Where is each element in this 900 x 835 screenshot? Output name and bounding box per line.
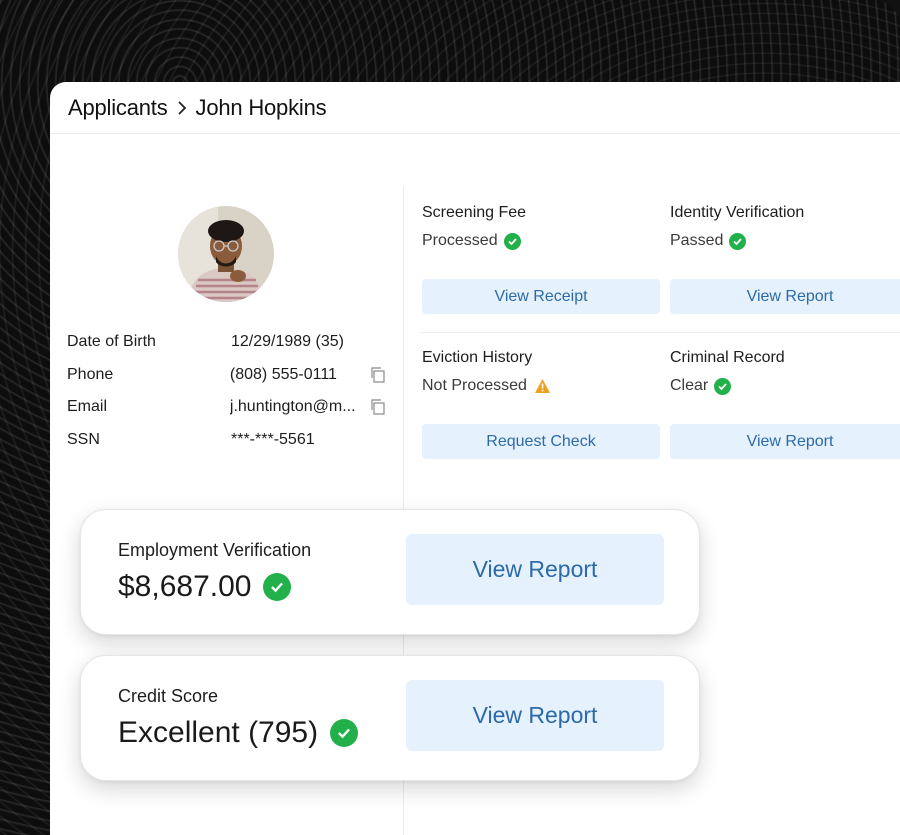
check-status: Processed xyxy=(422,232,526,250)
check-title: Identity Verification xyxy=(670,204,805,221)
warning-icon xyxy=(534,378,551,394)
check-status: Clear xyxy=(670,377,785,395)
request-check-button[interactable]: Request Check xyxy=(422,424,660,459)
avatar xyxy=(178,206,274,302)
check-circle-icon xyxy=(729,232,747,250)
eviction-history-block: Eviction History Not Processed xyxy=(422,349,551,395)
card-value: Excellent (795) xyxy=(118,716,359,750)
identity-verification-block: Identity Verification Passed xyxy=(670,204,804,250)
check-status: Passed xyxy=(670,232,804,250)
info-row-dob: Date of Birth 12/29/1989 (35) xyxy=(67,326,387,359)
card-title: Employment Verification xyxy=(118,540,312,560)
view-criminal-report-button[interactable]: View Report xyxy=(670,424,900,459)
check-circle-icon xyxy=(503,232,521,250)
view-receipt-button[interactable]: View Receipt xyxy=(422,279,660,314)
card-value: $8,687.00 xyxy=(118,570,292,604)
check-circle-icon xyxy=(263,573,292,601)
employment-verification-card: Employment Verification $8,687.00 View R… xyxy=(80,509,700,635)
employment-amount: $8,687.00 xyxy=(118,570,252,603)
status-text: Processed xyxy=(422,232,498,249)
status-text: Passed xyxy=(670,232,724,249)
check-circle-icon xyxy=(714,377,732,395)
info-value: j.huntington@m... xyxy=(229,398,356,416)
info-row-phone: Phone (808) 555-0111 xyxy=(67,359,387,392)
section-divider xyxy=(420,332,900,333)
view-credit-report-button[interactable]: View Report xyxy=(406,680,664,751)
status-text: Not Processed xyxy=(422,377,527,394)
copy-icon[interactable] xyxy=(369,398,387,416)
info-value: 12/29/1989 (35) xyxy=(231,333,344,351)
check-title: Eviction History xyxy=(422,349,533,366)
credit-score-card: Credit Score Excellent (795) View Report xyxy=(80,655,700,781)
card-title: Credit Score xyxy=(118,686,219,706)
info-value: (808) 555-0111 xyxy=(229,365,337,383)
info-value: ***-***-5561 xyxy=(231,430,315,448)
breadcrumb: Applicants John Hopkins xyxy=(50,82,900,134)
chevron-right-icon xyxy=(176,100,188,116)
info-label: SSN xyxy=(67,430,100,448)
copy-icon[interactable] xyxy=(369,366,387,384)
breadcrumb-applicants[interactable]: Applicants xyxy=(68,95,168,121)
screening-fee-block: Screening Fee Processed xyxy=(422,204,526,250)
check-title: Criminal Record xyxy=(670,349,785,366)
view-employment-report-button[interactable]: View Report xyxy=(406,534,664,605)
credit-score-value: Excellent (795) xyxy=(118,716,319,749)
check-circle-icon xyxy=(330,719,359,747)
info-row-ssn: SSN ***-***-5561 xyxy=(67,424,387,457)
criminal-record-block: Criminal Record Clear xyxy=(670,349,785,395)
info-label: Email xyxy=(67,398,108,416)
check-status: Not Processed xyxy=(422,377,551,395)
status-text: Clear xyxy=(670,377,709,394)
applicant-info: Date of Birth 12/29/1989 (35) Phone (808… xyxy=(67,326,387,456)
breadcrumb-current: John Hopkins xyxy=(195,94,327,120)
info-label: Date of Birth xyxy=(67,333,156,351)
info-row-email: Email j.huntington@m... xyxy=(67,391,387,424)
info-label: Phone xyxy=(67,365,114,383)
check-title: Screening Fee xyxy=(422,204,527,221)
view-identity-report-button[interactable]: View Report xyxy=(670,279,900,314)
